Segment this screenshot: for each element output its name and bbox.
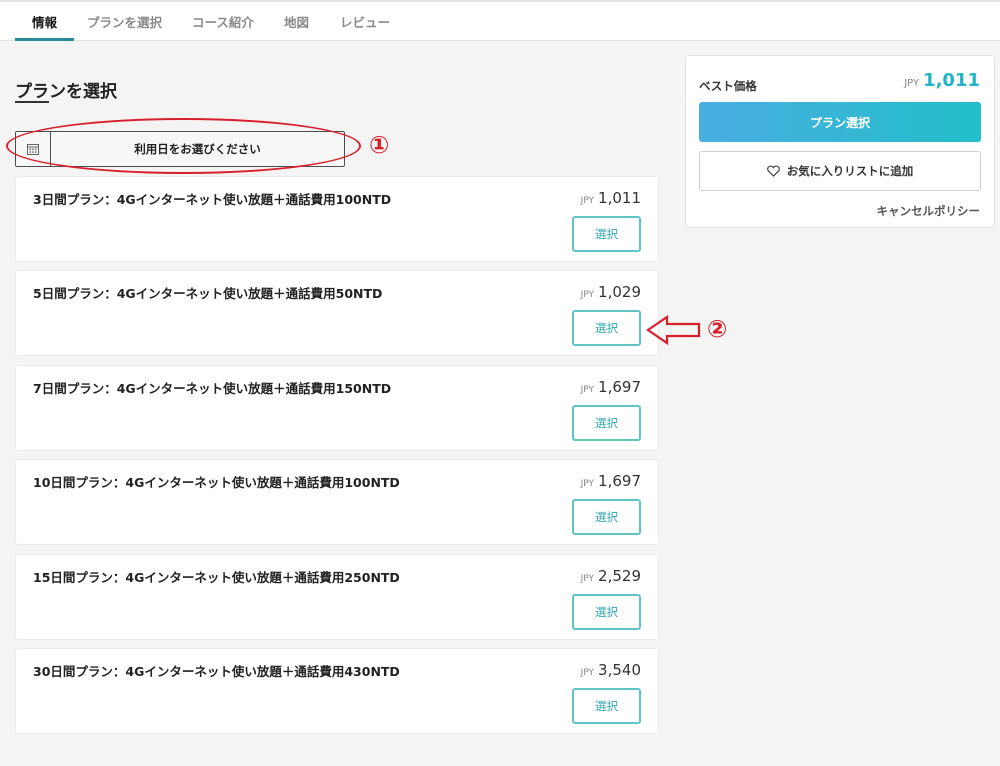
plan-price: JPY 1,697 [581, 377, 641, 396]
annotation-number-1: ① [369, 131, 390, 159]
currency-label: JPY [580, 668, 595, 678]
currency-label: JPY [580, 290, 595, 300]
plan-card: 5日間プラン：4Gインターネット使い放題＋通話費用50NTD JPY 1,029 … [15, 270, 659, 356]
select-plan-button[interactable]: 選択 [572, 216, 641, 252]
best-price-value: 1,011 [923, 70, 980, 91]
tab-course-intro[interactable]: コース紹介 [192, 12, 254, 31]
best-price: JPY 1,011 [904, 70, 980, 91]
tab-select-plan[interactable]: プランを選択 [87, 12, 162, 31]
plan-price: JPY 2,529 [581, 566, 641, 585]
cancel-policy-link[interactable]: キャンセルポリシー [877, 203, 981, 219]
add-to-favorites-label: お気に入りリストに追加 [786, 164, 914, 178]
select-plan-button[interactable]: 選択 [572, 594, 641, 630]
currency-label: JPY [580, 385, 595, 395]
plan-price: JPY 1,011 [581, 188, 641, 207]
heart-icon [766, 165, 780, 177]
plan-card: 7日間プラン：4Gインターネット使い放題＋通話費用150NTD JPY 1,697… [15, 365, 659, 451]
price-value: 1,029 [598, 283, 641, 301]
tab-info[interactable]: 情報 [32, 12, 57, 31]
price-value: 1,697 [598, 378, 641, 396]
plan-price: JPY 1,029 [581, 282, 641, 301]
add-to-favorites-button[interactable]: お気に入りリストに追加 [699, 151, 981, 191]
annotation-ellipse [6, 118, 361, 174]
currency-label: JPY [580, 574, 595, 584]
plan-name: 10日間プラン：4Gインターネット使い放題＋通話費用100NTD [33, 475, 400, 490]
plan-card: 10日間プラン：4Gインターネット使い放題＋通話費用100NTD JPY 1,69… [15, 459, 659, 545]
section-title: プランを選択 [15, 82, 117, 102]
best-price-label: ベスト価格 [699, 79, 757, 93]
plan-price: JPY 3,540 [581, 660, 641, 679]
plan-name: 7日間プラン：4Gインターネット使い放題＋通話費用150NTD [33, 381, 392, 396]
price-value: 1,011 [598, 189, 641, 207]
booking-side-panel: ベスト価格 JPY 1,011 プラン選択 お気に入りリストに追加 キャンセルポリ… [685, 55, 995, 228]
plan-card: 3日間プラン：4Gインターネット使い放題＋通話費用100NTD JPY 1,011… [15, 176, 659, 262]
plan-name: 15日間プラン：4Gインターネット使い放題＋通話費用250NTD [33, 570, 400, 585]
tab-reviews[interactable]: レビュー [340, 12, 390, 31]
annotation-number-2: ② [707, 315, 728, 343]
currency-label: JPY [580, 196, 595, 206]
price-value: 1,697 [598, 472, 641, 490]
plan-name: 5日間プラン：4Gインターネット使い放題＋通話費用50NTD [33, 286, 383, 301]
select-plan-button[interactable]: 選択 [572, 499, 641, 535]
price-value: 2,529 [598, 567, 641, 585]
plan-card: 30日間プラン：4Gインターネット使い放題＋通話費用430NTD JPY 3,54… [15, 648, 659, 734]
price-value: 3,540 [598, 661, 641, 679]
select-plan-button[interactable]: 選択 [572, 688, 641, 724]
tab-map[interactable]: 地図 [284, 12, 309, 31]
plan-name: 30日間プラン：4Gインターネット使い放題＋通話費用430NTD [33, 664, 400, 679]
best-price-currency: JPY [904, 78, 920, 89]
plan-select-button[interactable]: プラン選択 [699, 102, 981, 142]
select-plan-button[interactable]: 選択 [572, 310, 641, 346]
tab-bar: 情報 プランを選択 コース紹介 地図 レビュー [0, 0, 1000, 41]
section-title-underline [15, 101, 49, 103]
active-tab-indicator [15, 38, 74, 41]
select-plan-button[interactable]: 選択 [572, 405, 641, 441]
plan-price: JPY 1,697 [581, 471, 641, 490]
currency-label: JPY [580, 479, 595, 489]
plan-name: 3日間プラン：4Gインターネット使い放題＋通話費用100NTD [33, 192, 392, 207]
annotation-arrow-icon [646, 314, 701, 346]
plan-card: 15日間プラン：4Gインターネット使い放題＋通話費用250NTD JPY 2,52… [15, 554, 659, 640]
